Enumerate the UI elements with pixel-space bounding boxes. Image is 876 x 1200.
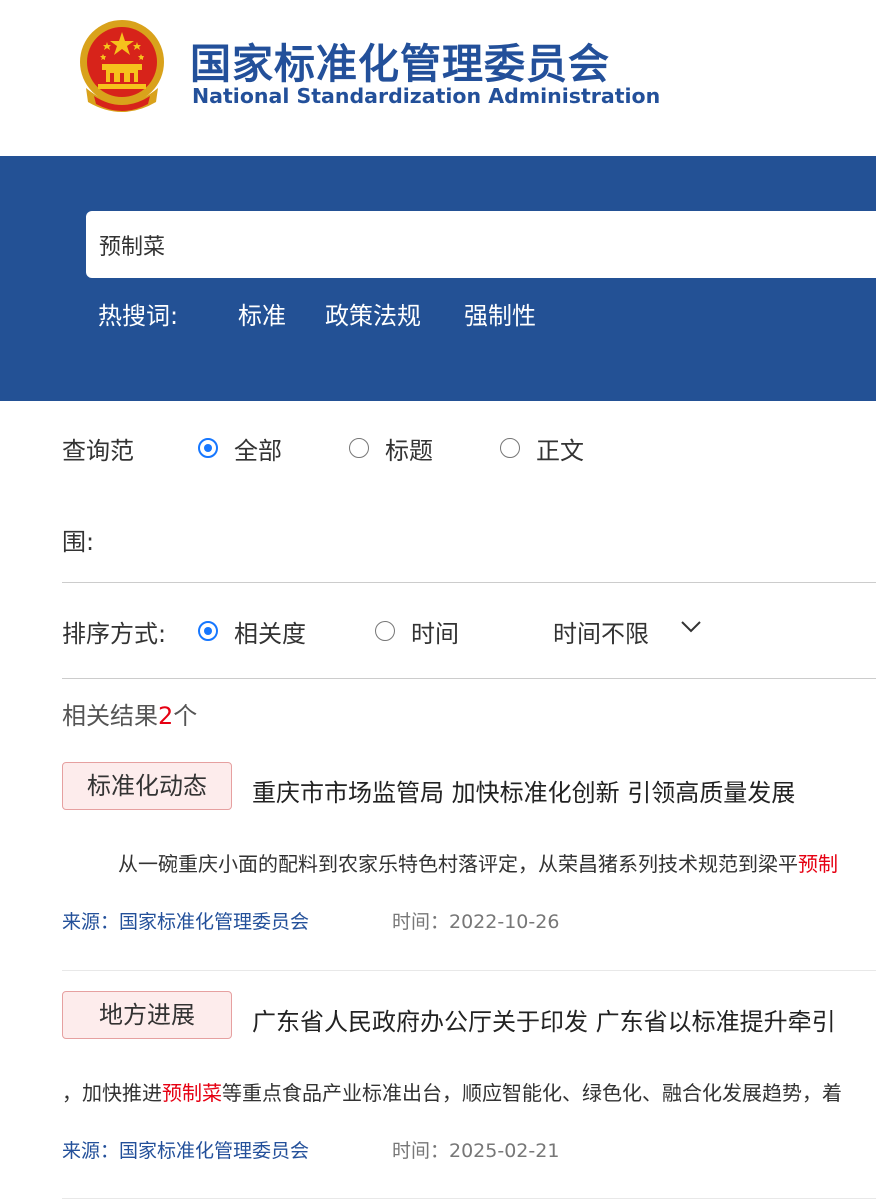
divider <box>62 678 876 679</box>
radio-unchecked-icon[interactable] <box>375 621 395 641</box>
radio-checked-icon[interactable] <box>198 438 218 458</box>
result-time: 时间：2025-02-21 <box>392 1140 560 1162</box>
time-range-value: 时间不限 <box>553 620 649 648</box>
search-input[interactable] <box>86 211 876 278</box>
scope-label-cont: 围: <box>62 528 95 556</box>
result-title-link[interactable]: 重庆市市场监管局 加快标准化创新 引领高质量发展 <box>252 773 795 808</box>
result-category-tag[interactable]: 标准化动态 <box>62 762 232 810</box>
scope-label: 查询范 <box>62 437 134 465</box>
site-title-en: National Standardization Administration <box>192 84 661 108</box>
scope-option-label: 标题 <box>385 437 433 465</box>
search-band: 热搜词: 标准 政策法规 强制性 <box>0 156 876 401</box>
result-snippet: 从一碗重庆小面的配料到农家乐特色村落评定，从荣昌猪系列技术规范到梁平预制 <box>118 852 838 876</box>
sort-label: 排序方式: <box>62 620 167 648</box>
result-count-number: 2 <box>158 702 174 730</box>
divider <box>62 1198 876 1199</box>
result-source-link[interactable]: 来源：国家标准化管理委员会 <box>62 1136 309 1163</box>
result-time: 时间：2022-10-26 <box>392 911 560 933</box>
result-title-link[interactable]: 广东省人民政府办公厅关于印发 广东省以标准提升牵引 <box>252 1002 836 1037</box>
result-count: 相关结果2个 <box>62 702 198 730</box>
site-header: 国家标准化管理委员会 National Standardization Admi… <box>0 0 876 156</box>
snippet-highlight: 预制菜 <box>162 1081 222 1105</box>
site-title-cn: 国家标准化管理委员会 <box>190 40 610 88</box>
result-snippet: ，加快推进预制菜等重点食品产业标准出台，顺应智能化、绿色化、融合化发展趋势，着 <box>62 1081 842 1105</box>
sort-option-label: 时间 <box>411 620 459 648</box>
scope-option-label: 全部 <box>234 437 282 465</box>
snippet-highlight: 预制 <box>798 852 838 876</box>
hot-term-policy[interactable]: 政策法规 <box>325 296 421 331</box>
scope-option-label: 正文 <box>536 437 584 465</box>
divider <box>62 970 876 971</box>
hot-term-standard[interactable]: 标准 <box>238 296 286 331</box>
result-category-tag[interactable]: 地方进展 <box>62 991 232 1039</box>
radio-checked-icon[interactable] <box>198 621 218 641</box>
hot-term-mandatory[interactable]: 强制性 <box>464 296 536 331</box>
result-source-link[interactable]: 来源：国家标准化管理委员会 <box>62 907 309 934</box>
radio-unchecked-icon[interactable] <box>500 438 520 458</box>
national-emblem-icon[interactable] <box>76 18 168 116</box>
radio-unchecked-icon[interactable] <box>349 438 369 458</box>
divider <box>62 582 876 583</box>
chevron-down-icon[interactable] <box>680 620 702 634</box>
hot-search-label: 热搜词: <box>98 302 179 330</box>
sort-option-label: 相关度 <box>234 620 306 648</box>
